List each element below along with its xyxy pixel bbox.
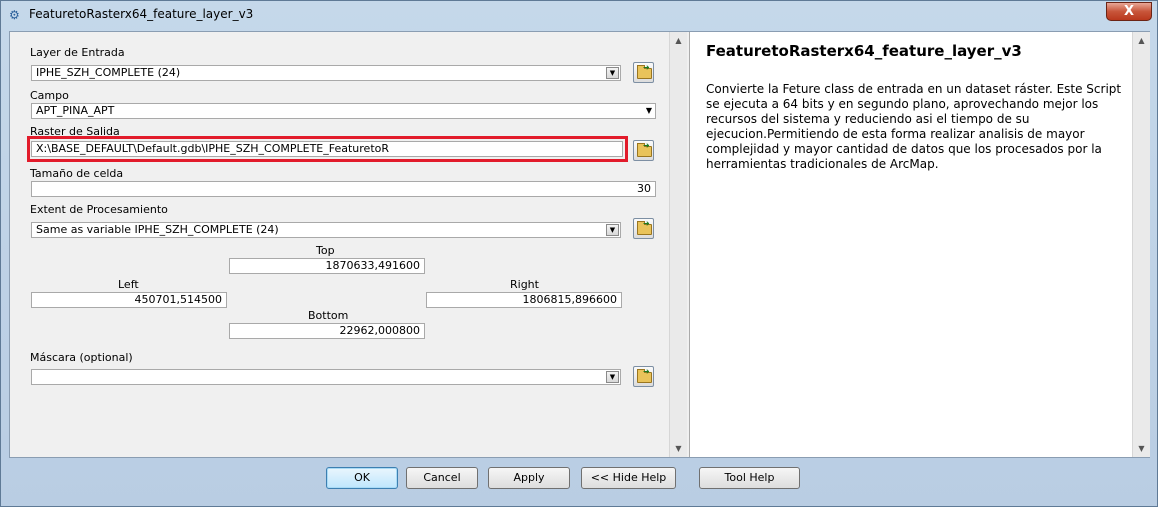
parameters-pane: Layer de Entrada IPHE_SZH_COMPLETE (24) … (10, 32, 682, 457)
script-tool-icon: ⚙ (9, 8, 20, 22)
mask-browse-button[interactable]: ➜ (633, 366, 654, 387)
extent-dropdown-value: Same as variable IPHE_SZH_COMPLETE (24) (36, 223, 279, 236)
tool-help-button[interactable]: Tool Help (699, 467, 800, 489)
close-button[interactable]: X (1106, 2, 1152, 21)
extent-bottom-label: Bottom (308, 309, 349, 322)
chevron-down-icon[interactable]: ▼ (606, 67, 619, 79)
extent-label: Extent de Procesamiento (30, 203, 168, 216)
raster-browse-button[interactable]: ➜ (633, 140, 654, 161)
tool-dialog-window: ⚙ FeaturetoRasterx64_feature_layer_v3 X … (0, 0, 1158, 507)
cancel-button[interactable]: Cancel (406, 467, 478, 489)
layer-label: Layer de Entrada (30, 46, 125, 59)
extent-left-input[interactable]: 450701,514500 (31, 292, 227, 308)
mask-label: Máscara (optional) (30, 351, 133, 364)
cell-size-input[interactable]: 30 (31, 181, 656, 197)
chevron-down-icon[interactable]: ▼ (606, 224, 619, 236)
help-pane: FeaturetoRasterx64_feature_layer_v3 Conv… (689, 32, 1134, 457)
arrow-icon: ➜ (643, 141, 650, 150)
scroll-up-icon[interactable]: ▲ (1133, 32, 1150, 49)
scroll-up-icon[interactable]: ▲ (670, 32, 687, 49)
help-scrollbar[interactable]: ▲ ▼ (1132, 32, 1150, 457)
extent-right-input[interactable]: 1806815,896600 (426, 292, 622, 308)
chevron-down-icon[interactable]: ▼ (646, 104, 652, 118)
dialog-client-area: Layer de Entrada IPHE_SZH_COMPLETE (24) … (9, 31, 1150, 458)
extent-top-input[interactable]: 1870633,491600 (229, 258, 425, 274)
extent-top-label: Top (316, 244, 335, 257)
hide-help-button[interactable]: << Hide Help (581, 467, 676, 489)
extent-top-value: 1870633,491600 (325, 259, 420, 272)
arrow-icon: ➜ (643, 63, 650, 72)
extent-right-label: Right (510, 278, 539, 291)
extent-bottom-input[interactable]: 22962,000800 (229, 323, 425, 339)
layer-browse-button[interactable]: ➜ (633, 62, 654, 83)
scroll-down-icon[interactable]: ▼ (670, 440, 687, 457)
help-description: Convierte la Feture class de entrada en … (706, 82, 1122, 171)
cell-size-value: 30 (637, 182, 651, 195)
help-title: FeaturetoRasterx64_feature_layer_v3 (706, 42, 1022, 60)
raster-output-input[interactable]: X:\BASE_DEFAULT\Default.gdb\IPHE_SZH_COM… (31, 141, 623, 157)
chevron-down-icon[interactable]: ▼ (606, 371, 619, 383)
window-title: FeaturetoRasterx64_feature_layer_v3 (29, 7, 254, 21)
layer-dropdown[interactable]: IPHE_SZH_COMPLETE (24) ▼ (31, 65, 621, 81)
extent-dropdown[interactable]: Same as variable IPHE_SZH_COMPLETE (24) … (31, 222, 621, 238)
extent-browse-button[interactable]: ➜ (633, 218, 654, 239)
arrow-icon: ➜ (643, 367, 650, 376)
ok-button[interactable]: OK (326, 467, 398, 489)
campo-label: Campo (30, 89, 69, 102)
extent-left-label: Left (118, 278, 139, 291)
mask-dropdown[interactable]: ▼ (31, 369, 621, 385)
arrow-icon: ➜ (643, 219, 650, 228)
title-bar[interactable]: ⚙ FeaturetoRasterx64_feature_layer_v3 X (1, 1, 1157, 29)
campo-dropdown[interactable]: APT_PINA_APT ▼ (31, 103, 656, 119)
extent-right-value: 1806815,896600 (522, 293, 617, 306)
raster-output-value: X:\BASE_DEFAULT\Default.gdb\IPHE_SZH_COM… (36, 142, 389, 155)
apply-button[interactable]: Apply (488, 467, 570, 489)
parameters-scrollbar[interactable]: ▲ ▼ (669, 32, 687, 457)
cell-size-label: Tamaño de celda (30, 167, 124, 180)
layer-dropdown-value: IPHE_SZH_COMPLETE (24) (36, 66, 181, 79)
extent-bottom-value: 22962,000800 (339, 324, 420, 337)
extent-left-value: 450701,514500 (134, 293, 222, 306)
scroll-down-icon[interactable]: ▼ (1133, 440, 1150, 457)
campo-dropdown-value: APT_PINA_APT (36, 104, 115, 117)
